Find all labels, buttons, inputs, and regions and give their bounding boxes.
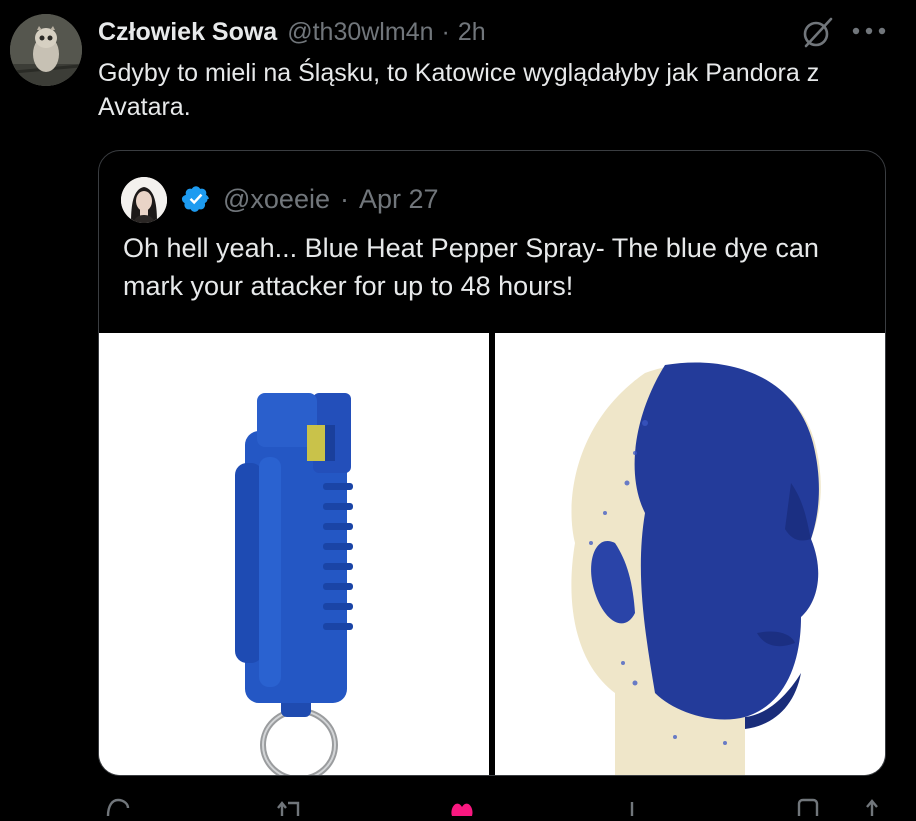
reply-icon[interactable] (104, 796, 132, 821)
quoted-tweet-header: @xoeeie · Apr 27 (181, 181, 439, 217)
tweet-header: Człowiek Sowa @th30wlm4n · 2h (98, 16, 486, 48)
quoted-tweet[interactable]: @xoeeie · Apr 27 Oh hell yeah... Blue He… (98, 150, 886, 776)
retweet-icon[interactable] (276, 796, 304, 821)
quoted-tweet-text: Oh hell yeah... Blue Heat Pepper Spray- … (123, 233, 819, 301)
pepper-spray-image[interactable] (99, 333, 489, 775)
tweet[interactable]: Człowiek Sowa @th30wlm4n · 2h Gdyby to m… (0, 0, 916, 817)
tweet-text: Gdyby to mieli na Śląsku, to Katowice wy… (98, 59, 820, 121)
quoted-tweet-date[interactable]: Apr 27 (359, 184, 439, 215)
more-icon[interactable] (846, 18, 892, 44)
blue-dye-head-image[interactable] (495, 333, 885, 775)
share-icon[interactable] (858, 796, 886, 821)
tweet-timestamp[interactable]: 2h (458, 18, 486, 47)
tweet-actions (98, 796, 888, 817)
quoted-tweet-media (99, 333, 885, 775)
author-display-name[interactable]: Człowiek Sowa (98, 18, 277, 47)
grok-icon[interactable] (800, 14, 836, 50)
bookmark-icon[interactable] (794, 796, 822, 821)
verified-badge-icon (181, 184, 211, 214)
author-avatar[interactable] (10, 14, 82, 86)
quoted-author-avatar[interactable] (121, 177, 167, 223)
quoted-header-separator: · (339, 183, 349, 214)
views-icon[interactable] (620, 796, 648, 821)
author-handle[interactable]: @th30wlm4n (287, 18, 433, 47)
like-icon[interactable] (448, 796, 476, 821)
quoted-author-handle[interactable]: @xoeeie (223, 184, 330, 215)
header-separator: · (441, 17, 450, 46)
